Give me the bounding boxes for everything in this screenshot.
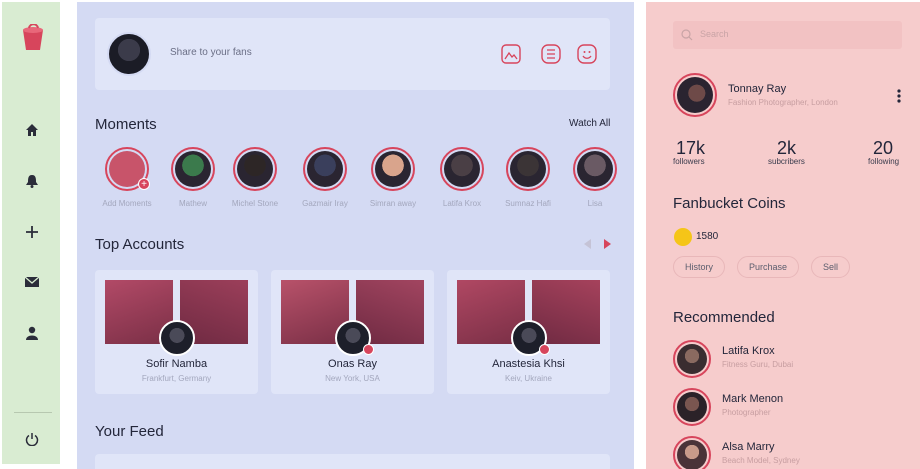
avatar[interactable] — [233, 147, 277, 191]
account-card[interactable]: Anastesia Khsi Keiv, Ukraine — [447, 270, 610, 394]
bucket-logo-icon[interactable] — [20, 24, 46, 52]
recommended-desc: Fitness Guru, Dubai — [722, 360, 794, 369]
following-label: following — [868, 157, 900, 166]
right-panel: Search Tonnay Ray Fashion Photographer, … — [646, 2, 920, 469]
post-composer[interactable]: Share to your fans — [95, 18, 610, 90]
lock-icon — [539, 344, 550, 355]
list-icon[interactable] — [541, 44, 561, 64]
recommended-item[interactable]: Mark Menon Photographer — [673, 388, 903, 428]
following-count: 20 — [873, 138, 894, 158]
search-placeholder: Search — [700, 29, 729, 39]
prev-arrow-icon[interactable] — [584, 239, 591, 249]
moment-name: Gazmair Iray — [302, 199, 348, 208]
avatar[interactable] — [171, 147, 215, 191]
moment-item[interactable]: Lisa — [565, 147, 625, 208]
followers-count: 17k — [676, 138, 706, 158]
profile-name[interactable]: Tonnay Ray — [728, 83, 786, 95]
account-name[interactable]: Anastesia Khsi — [447, 358, 610, 370]
more-options-icon[interactable] — [896, 88, 902, 104]
recommended-name[interactable]: Latifa Krox — [722, 345, 775, 357]
account-location: Keiv, Ukraine — [505, 374, 552, 383]
composer-placeholder[interactable]: Share to your fans — [170, 47, 252, 58]
recommended-item[interactable]: Latifa Krox Fitness Guru, Dubai — [673, 340, 903, 380]
image-icon[interactable] — [501, 44, 521, 64]
your-feed-title: Your Feed — [95, 423, 164, 440]
moment-item[interactable]: Michel Stone — [225, 147, 285, 208]
main-column: Share to your fans Moments Watch All + Ad… — [77, 2, 634, 469]
moment-item[interactable]: Simran away — [363, 147, 423, 208]
sell-button[interactable]: Sell — [811, 256, 850, 278]
plus-icon[interactable] — [22, 222, 42, 242]
emoji-icon[interactable] — [577, 44, 597, 64]
moments-title: Moments — [95, 116, 157, 133]
user-icon[interactable] — [22, 323, 42, 343]
moment-name: Sumnaz Hafi — [505, 199, 551, 208]
moment-name: Latifa Krox — [442, 199, 482, 208]
left-nav-rail — [2, 2, 60, 464]
account-location: Frankfurt, Germany — [141, 374, 212, 383]
avatar[interactable] — [506, 147, 550, 191]
account-location: New York, USA — [325, 374, 380, 383]
add-moment-item[interactable]: + Add Moments — [97, 147, 157, 208]
purchase-button[interactable]: Purchase — [737, 256, 799, 278]
next-arrow-icon[interactable] — [604, 239, 611, 249]
avatar[interactable] — [303, 147, 347, 191]
add-plus-icon[interactable]: + — [138, 178, 150, 190]
subscribers-count: 2k — [777, 138, 797, 158]
rail-divider — [14, 412, 52, 413]
top-accounts-title: Top Accounts — [95, 236, 185, 253]
avatar[interactable] — [573, 147, 617, 191]
moment-item[interactable]: Mathew — [163, 147, 223, 208]
recommended-title: Recommended — [673, 309, 775, 326]
account-name[interactable]: Sofir Namba — [95, 358, 258, 370]
notification-bell-icon[interactable] — [22, 171, 42, 191]
moment-name: Mathew — [178, 199, 207, 208]
profile-avatar[interactable] — [673, 73, 717, 117]
recommended-name[interactable]: Mark Menon — [722, 393, 783, 405]
recommended-name[interactable]: Alsa Marry — [722, 441, 775, 453]
coins-title: Fanbucket Coins — [673, 195, 786, 212]
moment-name: Michel Stone — [231, 199, 279, 208]
moment-item[interactable]: Sumnaz Hafi — [498, 147, 558, 208]
search-input[interactable]: Search — [673, 21, 902, 49]
history-button[interactable]: History — [673, 256, 725, 278]
account-card[interactable]: Onas Ray New York, USA — [271, 270, 434, 394]
avatar[interactable] — [673, 388, 711, 426]
subscribers-label: subcribers — [768, 157, 805, 166]
account-name[interactable]: Onas Ray — [271, 358, 434, 370]
avatar[interactable] — [673, 436, 711, 469]
account-card[interactable]: Sofir Namba Frankfurt, Germany — [95, 270, 258, 394]
feed-card[interactable] — [95, 454, 610, 469]
profile-role: Fashion Photographer, London — [728, 98, 838, 107]
search-icon — [681, 29, 693, 41]
recommended-desc: Beach Model, Sydney — [722, 456, 800, 465]
coin-icon — [674, 228, 692, 246]
mail-icon[interactable] — [22, 272, 42, 292]
avatar[interactable]: + — [105, 147, 150, 191]
moment-name: Add Moments — [102, 199, 152, 208]
avatar[interactable] — [673, 340, 711, 378]
moment-item[interactable]: Latifa Krox — [432, 147, 492, 208]
moment-item[interactable]: Gazmair Iray — [295, 147, 355, 208]
followers-label: followers — [673, 157, 705, 166]
coin-amount: 1580 — [696, 231, 719, 242]
avatar[interactable] — [440, 147, 484, 191]
lock-icon — [363, 344, 374, 355]
avatar[interactable] — [107, 32, 151, 76]
power-icon[interactable] — [22, 429, 42, 449]
home-icon[interactable] — [22, 120, 42, 140]
avatar[interactable] — [371, 147, 415, 191]
avatar[interactable] — [159, 320, 195, 356]
moment-name: Lisa — [587, 199, 603, 208]
watch-all-link[interactable]: Watch All — [569, 118, 610, 129]
app-root: Share to your fans Moments Watch All + Ad… — [0, 0, 920, 469]
moment-name: Simran away — [369, 199, 417, 208]
recommended-desc: Photographer — [722, 408, 771, 417]
recommended-item[interactable]: Alsa Marry Beach Model, Sydney — [673, 436, 903, 469]
